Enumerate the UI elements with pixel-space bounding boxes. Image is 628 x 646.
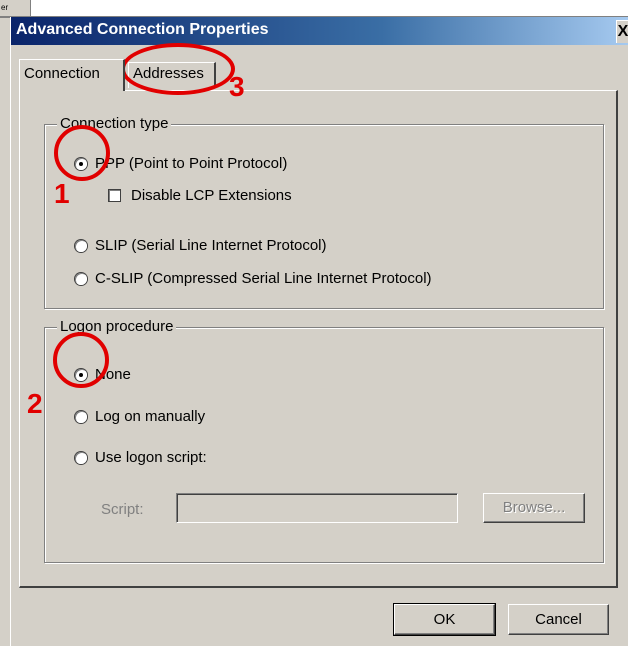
radio-slip-button[interactable] (75, 239, 87, 252)
annotation-circle-none (53, 332, 109, 388)
disable-lcp-checkbox[interactable]: Disable LCP Extensions (108, 187, 292, 204)
ok-button[interactable]: OK (393, 603, 496, 636)
radio-ppp-label: PPP (Point to Point Protocol) (95, 155, 288, 172)
script-input[interactable] (176, 493, 458, 523)
radio-slip[interactable]: SLIP (Serial Line Internet Protocol) (75, 237, 327, 254)
logon-procedure-group: Logon procedure None Log on manually Use… (44, 318, 604, 563)
disable-lcp-label: Disable LCP Extensions (131, 187, 292, 204)
radio-slip-label: SLIP (Serial Line Internet Protocol) (95, 237, 327, 254)
radio-cslip-button[interactable] (75, 272, 87, 285)
disable-lcp-checkbox-box[interactable] (108, 189, 121, 202)
radio-log-on-manually-button[interactable] (75, 410, 87, 423)
tab-connection[interactable]: Connection (19, 59, 125, 91)
radio-log-on-manually[interactable]: Log on manually (75, 408, 205, 425)
cancel-button[interactable]: Cancel (508, 604, 609, 635)
annotation-number-3: 3 (229, 71, 245, 102)
annotation-circle-ppp (54, 125, 110, 181)
script-label: Script: (101, 501, 144, 518)
radio-cslip[interactable]: C-SLIP (Compressed Serial Line Internet … (75, 270, 432, 287)
radio-log-on-manually-label: Log on manually (95, 408, 206, 425)
radio-use-logon-script[interactable]: Use logon script: (75, 449, 207, 466)
close-button[interactable]: X (616, 20, 628, 43)
title-bar[interactable]: Advanced Connection Properties X (11, 17, 628, 45)
radio-use-logon-script-button[interactable] (75, 451, 87, 464)
radio-use-logon-script-label: Use logon script: (95, 449, 207, 466)
annotation-number-1: 1 (54, 178, 70, 209)
advanced-connection-properties-dialog: Advanced Connection Properties X Connect… (10, 17, 628, 646)
dialog-title: Advanced Connection Properties (16, 21, 269, 38)
radio-cslip-label: C-SLIP (Compressed Serial Line Internet … (95, 270, 432, 287)
annotation-number-2: 2 (27, 388, 43, 419)
browse-button[interactable]: Browse... (483, 493, 585, 523)
connection-type-group: Connection type PPP (Point to Point Prot… (44, 115, 604, 309)
connection-tab-panel: Connection type PPP (Point to Point Prot… (19, 90, 618, 588)
annotation-ellipse-addresses (121, 43, 235, 95)
background-fragment-text: er (1, 3, 9, 12)
